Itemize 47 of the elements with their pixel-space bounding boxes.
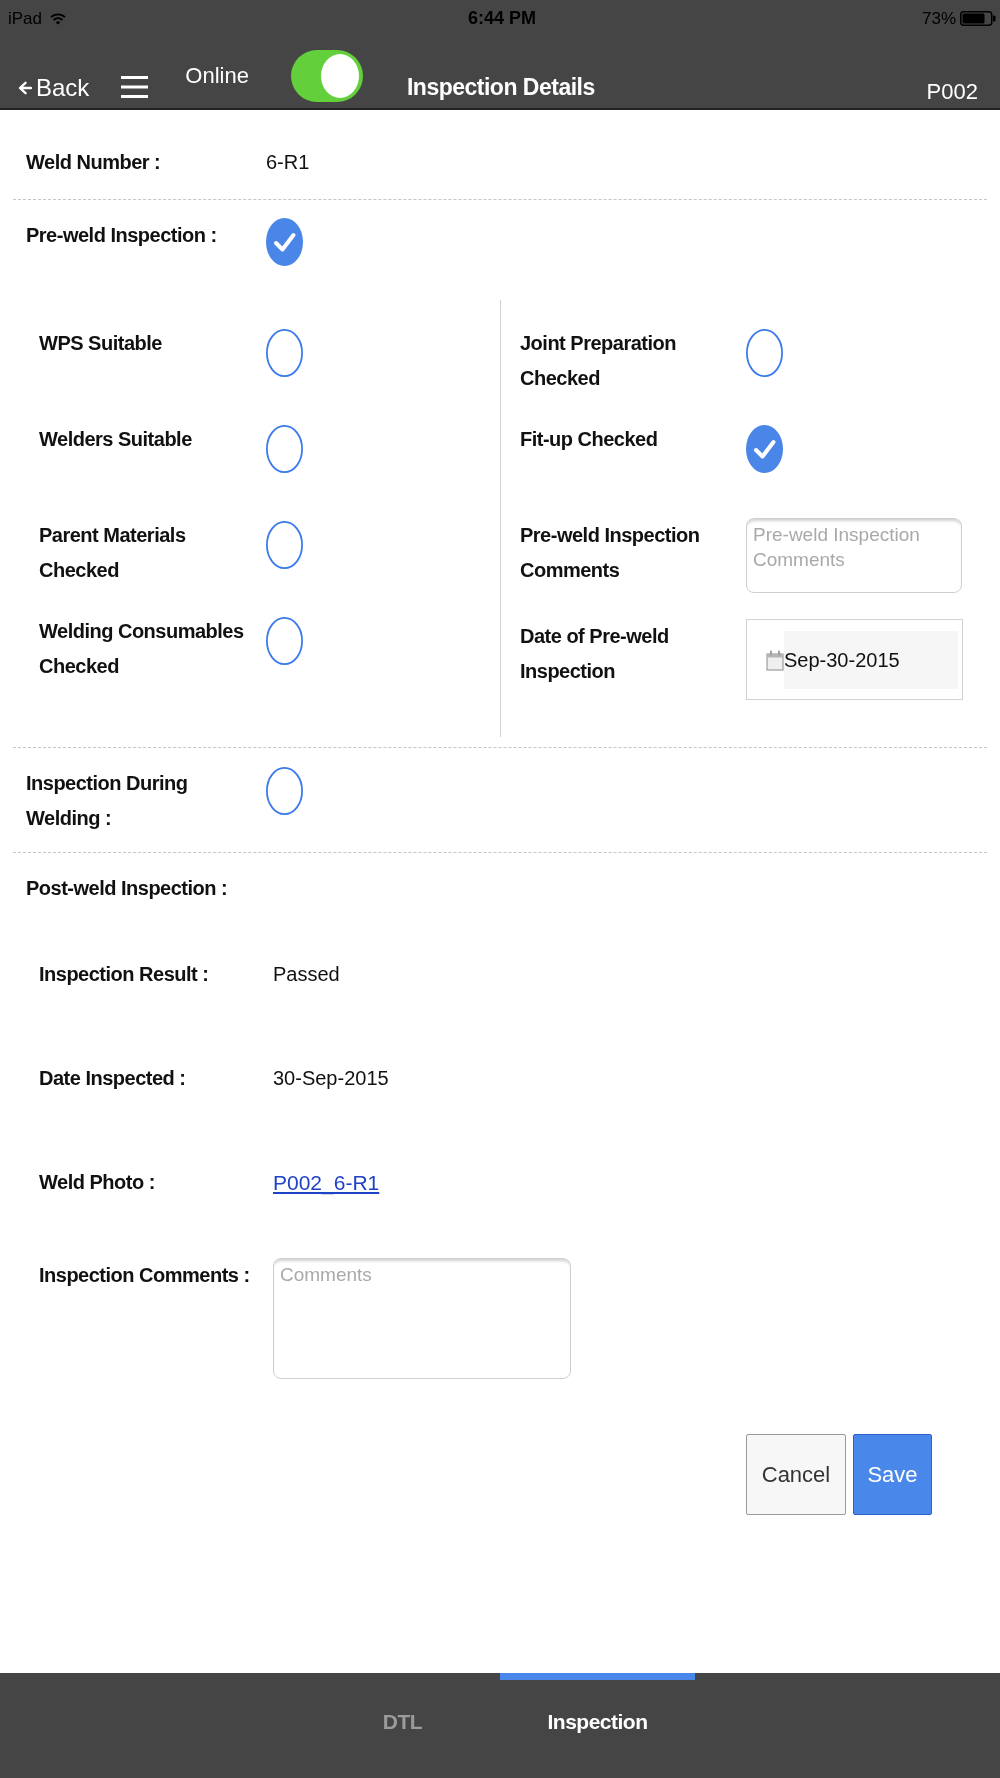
checkbox[interactable] (266, 767, 303, 815)
checkbox[interactable] (266, 425, 303, 473)
cancel-button[interactable]: Cancel (746, 1434, 846, 1515)
tab[interactable]: Inspection (500, 1673, 695, 1778)
menu-icon[interactable] (121, 75, 149, 99)
toggle-switch[interactable] (290, 50, 363, 102)
checkbox-label: Welding Consumables Checked (39, 619, 245, 679)
field-label: Weld Number : (26, 150, 162, 175)
wifi-icon (50, 12, 67, 25)
battery-percent: 73% (921, 7, 956, 30)
checkbox-label: Welders Suitable (39, 427, 193, 452)
checkbox-label: Parent Materials Checked (39, 523, 187, 583)
checkbox-label: Joint Preparation Checked (520, 331, 677, 391)
date-field[interactable]: Sep-30-2015 (746, 619, 963, 700)
field-label: Inspection Comments : (39, 1263, 251, 1288)
project-code: P002 (926, 78, 978, 105)
field-value: 30-Sep-2015 (273, 1066, 389, 1091)
photo-link[interactable]: P002_6-R1 (273, 1165, 380, 1200)
arrow-left-icon (18, 80, 32, 95)
field-label: Pre-weld Inspection Comments (520, 523, 701, 583)
checkbox[interactable] (266, 617, 303, 665)
connection-label: Online (185, 62, 249, 89)
field-value: Passed (273, 962, 340, 987)
field-label: Date Inspected : (39, 1066, 187, 1091)
checkbox[interactable] (746, 425, 783, 473)
section-label: Pre-weld Inspection : (26, 223, 218, 248)
calendar-icon (766, 649, 784, 671)
clock-time: 6:44 PM (468, 7, 536, 30)
battery-icon (960, 11, 996, 26)
comments-field[interactable]: Comments (273, 1258, 571, 1379)
save-button[interactable]: Save (853, 1434, 932, 1515)
checkbox-label: Fit-up Checked (520, 427, 659, 452)
checkbox[interactable] (266, 218, 303, 266)
page-title: Inspection Details (406, 73, 595, 101)
back-button[interactable]: Back (18, 73, 90, 102)
checkbox[interactable] (746, 329, 783, 377)
carrier-label: iPad (8, 7, 43, 30)
checkbox-label: WPS Suitable (39, 331, 163, 356)
field-label: Date of Pre-weld Inspection (520, 624, 670, 684)
field-label: Inspection Result : (39, 962, 210, 987)
comments-field[interactable]: Pre-weld Inspection Comments (746, 518, 962, 593)
field-label: Weld Photo : (39, 1170, 156, 1195)
field-value: 6-R1 (266, 150, 310, 175)
checkbox[interactable] (266, 329, 303, 377)
section-label: Post-weld Inspection : (26, 876, 229, 901)
section-label: Inspection During Welding : (26, 771, 189, 831)
checkbox[interactable] (266, 521, 303, 569)
